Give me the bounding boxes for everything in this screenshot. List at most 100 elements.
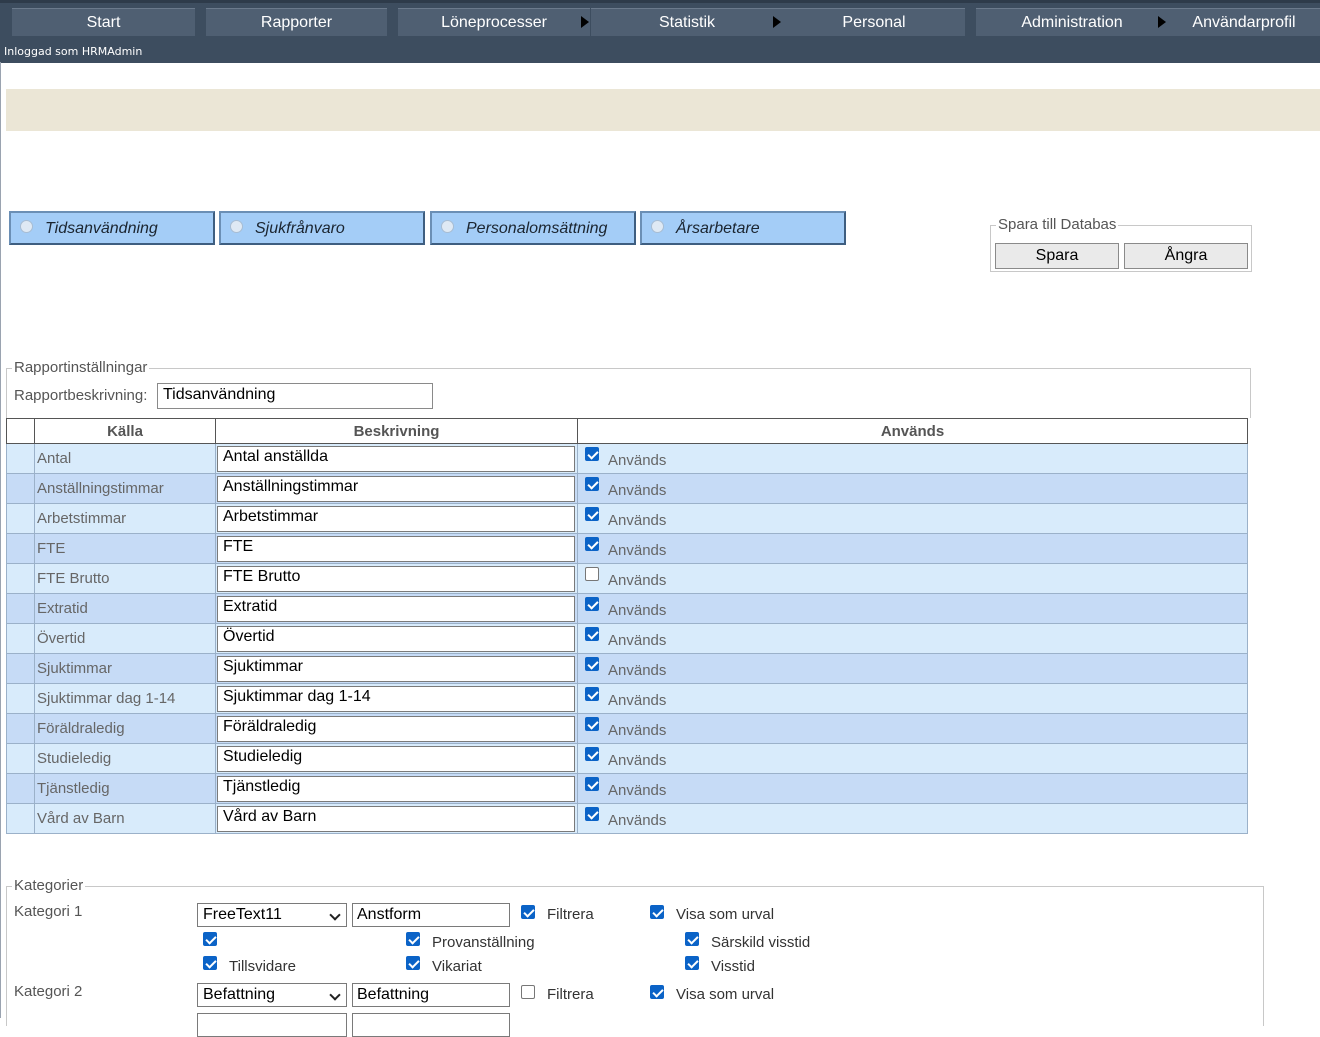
chevron-down-icon [329, 909, 341, 921]
category-3-field-select[interactable] [197, 1013, 347, 1037]
value-tillsvidare-checkbox[interactable] [203, 956, 217, 970]
report-tab-sjukfranvaro[interactable]: Sjukfrånvaro [219, 211, 425, 245]
chevron-down-icon [329, 989, 341, 1001]
category-2-field-select[interactable]: Befattning [197, 983, 347, 1007]
nav-item-start[interactable]: Start [12, 8, 195, 36]
category-2-filter-checkbox[interactable] [521, 985, 535, 999]
category-1-blank-value-checkbox[interactable] [203, 932, 217, 946]
category-2-show-checkbox[interactable] [650, 985, 664, 999]
nav-item-administration[interactable]: Administration [976, 8, 1168, 36]
nav-item-personal[interactable]: Personal [783, 8, 965, 36]
page-left-border [0, 62, 1, 1018]
description-input[interactable]: FTE [217, 535, 575, 562]
value-provanstallning-checkbox[interactable] [406, 932, 420, 946]
value-vikariat-checkbox[interactable] [406, 956, 420, 970]
used-label: Används [608, 512, 667, 529]
table-header-row: Källa Beskrivning Används [6, 418, 1248, 444]
category-1-name-input[interactable]: Anstform [352, 903, 510, 927]
value-visstid-checkbox[interactable] [685, 956, 699, 970]
source-cell: FTE Brutto [34, 563, 216, 594]
description-cell: Studieledig [215, 743, 578, 774]
header-source: Källa [34, 418, 216, 444]
used-checkbox[interactable] [585, 597, 599, 611]
used-checkbox[interactable] [585, 627, 599, 641]
category-1-show-label: Visa som urval [676, 906, 775, 923]
table-row: Vård av Barn Vård av Barn Används [6, 803, 1248, 834]
row-index-cell [6, 653, 35, 684]
table-row: Antal Antal anställda Används [6, 443, 1248, 474]
used-checkbox[interactable] [585, 807, 599, 821]
description-input[interactable]: Antal anställda [217, 445, 575, 472]
used-label: Används [608, 752, 667, 769]
report-settings-legend: Rapportinställningar [12, 359, 150, 376]
used-checkbox[interactable] [585, 747, 599, 761]
used-checkbox[interactable] [585, 507, 599, 521]
description-input[interactable]: Föräldraledig [217, 715, 575, 742]
category-1-field-value: FreeText11 [203, 906, 282, 923]
source-cell: Övertid [34, 623, 216, 654]
table-row: Föräldraledig Föräldraledig Används [6, 713, 1248, 744]
used-checkbox[interactable] [585, 717, 599, 731]
report-tab-tidsanvandning[interactable]: Tidsanvändning [9, 211, 215, 245]
category-1-field-select[interactable]: FreeText11 [197, 903, 347, 927]
table-row: FTE FTE Används [6, 533, 1248, 564]
used-cell: Används [577, 593, 1248, 624]
source-cell: Antal [34, 443, 216, 474]
radio-icon [230, 220, 243, 233]
used-checkbox[interactable] [585, 537, 599, 551]
category-1-filter-checkbox[interactable] [521, 905, 535, 919]
source-cell: Tjänstledig [34, 773, 216, 804]
row-index-cell [6, 623, 35, 654]
description-input[interactable]: Extratid [217, 595, 575, 622]
report-tab-label: Sjukfrånvaro [255, 220, 345, 237]
used-checkbox[interactable] [585, 477, 599, 491]
category-2-name-input[interactable]: Befattning [352, 983, 510, 1007]
value-sarskild-visstid-checkbox[interactable] [685, 932, 699, 946]
description-cell: FTE Brutto [215, 563, 578, 594]
row-index-cell [6, 683, 35, 714]
radio-icon [441, 220, 454, 233]
save-panel-legend: Spara till Databas [996, 216, 1119, 233]
used-checkbox[interactable] [585, 657, 599, 671]
used-checkbox[interactable] [585, 777, 599, 791]
source-cell: Sjuktimmar dag 1-14 [34, 683, 216, 714]
description-input[interactable]: Tjänstledig [217, 775, 575, 802]
description-cell: Sjuktimmar [215, 653, 578, 684]
table-row: Tjänstledig Tjänstledig Används [6, 773, 1248, 804]
undo-button[interactable]: Ångra [1124, 243, 1248, 269]
description-input[interactable]: Anställningstimmar [217, 475, 575, 502]
source-cell: Föräldraledig [34, 713, 216, 744]
description-input[interactable]: Vård av Barn [217, 805, 575, 832]
value-provanstallning-label: Provanställning [432, 934, 535, 951]
nav-item-loneprocesser[interactable]: Löneprocesser [398, 8, 590, 36]
category-1-show-checkbox[interactable] [650, 905, 664, 919]
report-tab-personalomsattning[interactable]: Personalomsättning [430, 211, 636, 245]
report-tab-arsarbetare[interactable]: Årsarbetare [640, 211, 846, 245]
category-3-name-input[interactable] [352, 1013, 510, 1037]
value-tillsvidare-label: Tillsvidare [229, 958, 296, 975]
description-input[interactable]: Sjuktimmar [217, 655, 575, 682]
nav-top-strip [0, 0, 1320, 3]
logged-in-text: Inloggad som HRMAdmin [4, 45, 143, 58]
nav-item-statistik[interactable]: Statistik [591, 8, 783, 36]
description-input[interactable]: FTE Brutto [217, 565, 575, 592]
description-input[interactable]: Arbetstimmar [217, 505, 575, 532]
report-description-input[interactable]: Tidsanvändning [157, 383, 433, 409]
used-label: Används [608, 692, 667, 709]
used-label: Används [608, 572, 667, 589]
save-button[interactable]: Spara [995, 243, 1119, 269]
used-checkbox[interactable] [585, 447, 599, 461]
row-index-cell [6, 773, 35, 804]
used-checkbox[interactable] [585, 687, 599, 701]
description-input[interactable]: Studieledig [217, 745, 575, 772]
nav-item-anvandarprofil[interactable]: Användarprofil [1168, 8, 1320, 36]
used-checkbox[interactable] [585, 567, 599, 581]
value-sarskild-visstid-label: Särskild visstid [711, 934, 811, 951]
description-input[interactable]: Sjuktimmar dag 1-14 [217, 685, 575, 712]
nav-item-rapporter[interactable]: Rapporter [206, 8, 387, 36]
message-bar [6, 89, 1320, 131]
report-description-label: Rapportbeskrivning: [14, 387, 148, 404]
table-row: Studieledig Studieledig Används [6, 743, 1248, 774]
source-cell: FTE [34, 533, 216, 564]
description-input[interactable]: Övertid [217, 625, 575, 652]
